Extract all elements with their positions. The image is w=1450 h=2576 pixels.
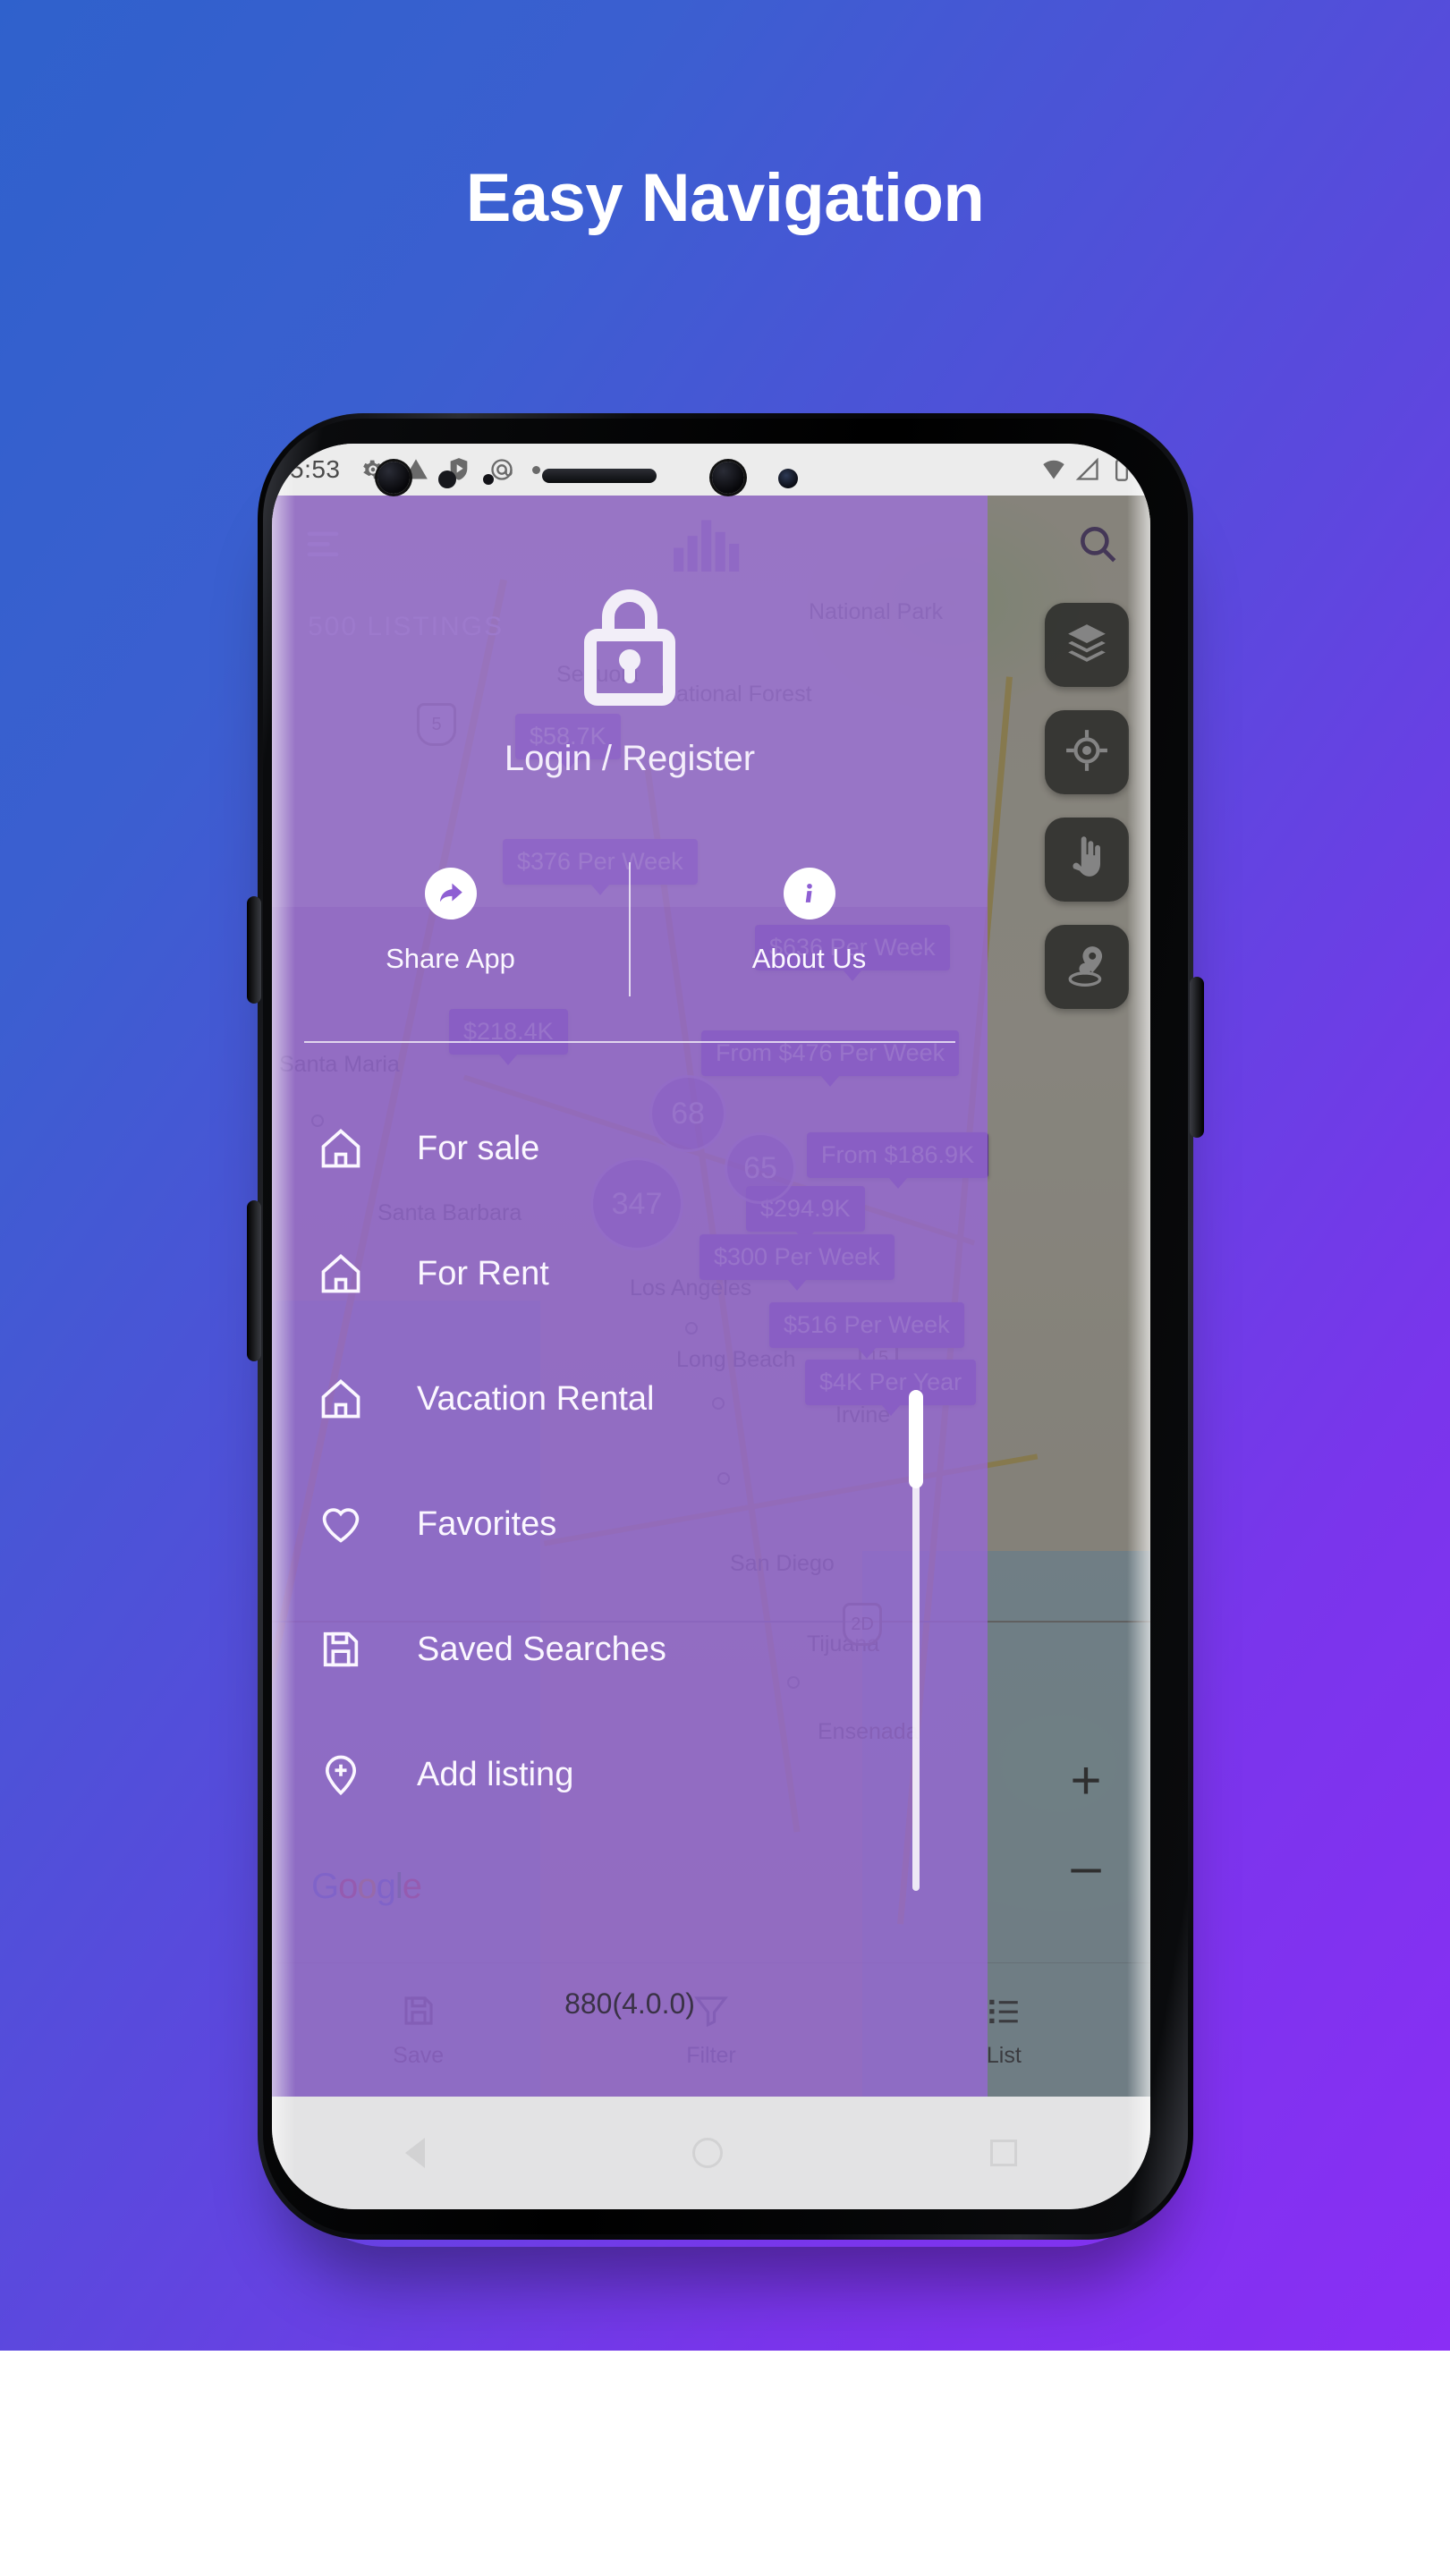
share-app-label: Share App bbox=[386, 943, 515, 974]
login-register-button[interactable]: Login / Register bbox=[272, 739, 988, 779]
menu-item-label: Saved Searches bbox=[417, 1630, 666, 1668]
save-floppy-icon bbox=[315, 1623, 367, 1675]
drawer-menu: For sale For Rent Vacation Rental Favori… bbox=[272, 1086, 988, 1837]
light-sensor-icon bbox=[483, 474, 494, 485]
status-time: 5:53 bbox=[290, 455, 341, 483]
drawer-scrollbar-thumb[interactable] bbox=[909, 1390, 923, 1488]
secondary-sensor-icon bbox=[778, 469, 798, 488]
front-camera-icon bbox=[377, 462, 410, 494]
map-pin-plus-icon bbox=[315, 1749, 367, 1801]
share-icon bbox=[424, 868, 477, 919]
earpiece-speaker bbox=[542, 469, 657, 483]
dot-icon bbox=[531, 465, 540, 474]
lock-icon bbox=[583, 581, 676, 707]
navigation-drawer: Login / Register Share App About Us For … bbox=[272, 496, 988, 2097]
menu-item-vacation-rental[interactable]: Vacation Rental bbox=[272, 1336, 988, 1462]
menu-item-saved-searches[interactable]: Saved Searches bbox=[272, 1587, 988, 1712]
menu-item-favorites[interactable]: Favorites bbox=[272, 1462, 988, 1587]
drawer-divider bbox=[304, 1041, 955, 1043]
home-circle-icon[interactable] bbox=[691, 2138, 723, 2168]
menu-item-label: Vacation Rental bbox=[417, 1379, 655, 1418]
home-outline-icon bbox=[315, 1373, 367, 1425]
phone-button-left-upper[interactable] bbox=[247, 896, 261, 1004]
info-icon bbox=[783, 868, 835, 919]
menu-item-for-rent[interactable]: For Rent bbox=[272, 1211, 988, 1336]
phone-button-power[interactable] bbox=[1190, 977, 1204, 1138]
home-outline-icon bbox=[315, 1123, 367, 1174]
iris-scanner-icon bbox=[712, 462, 744, 494]
about-us-button[interactable]: About Us bbox=[631, 844, 988, 1037]
proximity-sensor-icon bbox=[438, 470, 456, 488]
drawer-lock-wrap bbox=[272, 581, 988, 707]
menu-item-label: For Rent bbox=[417, 1254, 549, 1292]
phone-screen: 5:53 + – List Login / Register Share App… bbox=[272, 444, 1150, 2209]
battery-icon bbox=[1109, 457, 1134, 482]
phone-button-volume[interactable] bbox=[247, 1200, 261, 1361]
app-content: National Park National Forest Sequoia Sa… bbox=[272, 496, 1150, 2097]
android-navigation-bar bbox=[272, 2097, 1150, 2209]
home-outline-icon bbox=[315, 1248, 367, 1300]
about-us-label: About Us bbox=[751, 943, 867, 974]
wifi-icon bbox=[1041, 457, 1066, 482]
menu-item-label: For sale bbox=[417, 1129, 540, 1167]
menu-item-label: Add listing bbox=[417, 1755, 574, 1793]
menu-item-add-listing[interactable]: Add listing bbox=[272, 1712, 988, 1837]
back-triangle-icon[interactable] bbox=[405, 2138, 426, 2168]
phone-mockup: 5:53 + – List Login / Register Share App… bbox=[243, 413, 1208, 2240]
drawer-quick-actions: Share App About Us bbox=[272, 844, 988, 1037]
promo-bottom-band bbox=[0, 2351, 1450, 2576]
status-right-icons bbox=[1041, 457, 1134, 482]
signal-icon bbox=[1075, 457, 1100, 482]
promo-title: Easy Navigation bbox=[465, 160, 985, 236]
menu-item-label: Favorites bbox=[417, 1504, 557, 1543]
app-version-label: 880(4.0.0) bbox=[564, 1987, 695, 2020]
menu-item-for-sale[interactable]: For sale bbox=[272, 1086, 988, 1211]
share-app-button[interactable]: Share App bbox=[272, 844, 629, 1037]
recents-square-icon[interactable] bbox=[989, 2140, 1017, 2166]
heart-outline-icon bbox=[315, 1498, 367, 1550]
